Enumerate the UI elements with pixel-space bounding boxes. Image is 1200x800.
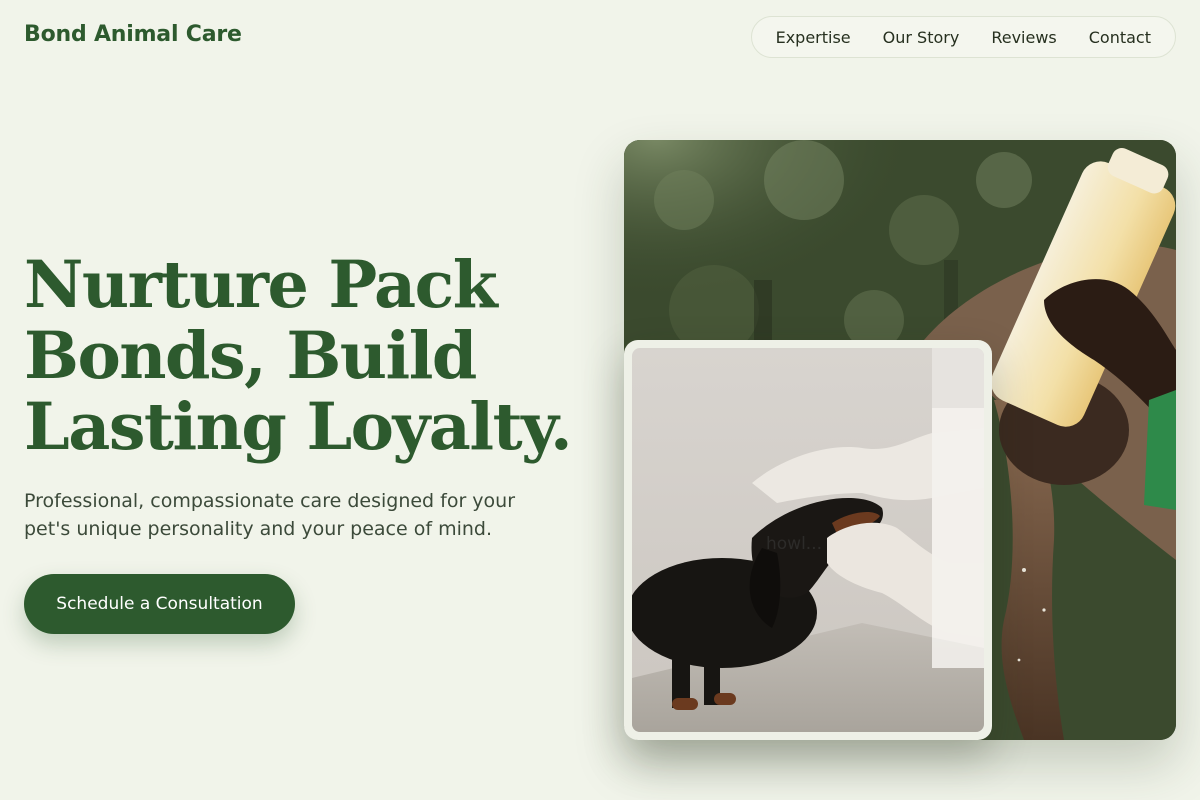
nav-link-expertise[interactable]: Expertise (776, 28, 851, 47)
hero-subtext: Professional, compassionate care designe… (24, 490, 516, 540)
photo-watermark: howl... (766, 534, 823, 554)
schedule-consultation-button[interactable]: Schedule a Consultation (24, 574, 295, 634)
brand-logo-text[interactable]: Bond Animal Care (24, 22, 242, 47)
hero-headline-line-1: Nurture Pack (24, 247, 498, 323)
hero-headline-line-3: Lasting Loyalty. (24, 389, 573, 465)
nav-link-contact[interactable]: Contact (1089, 28, 1151, 47)
vet-dog-photo-card: howl... (624, 340, 992, 740)
hero-headline: Nurture Pack Bonds, Build Lasting Loyalt… (24, 250, 604, 463)
nav-link-our-story[interactable]: Our Story (883, 28, 960, 47)
nav-link-reviews[interactable]: Reviews (991, 28, 1056, 47)
vet-dog-photo: howl... (632, 348, 984, 732)
main-nav: Expertise Our Story Reviews Contact (750, 16, 1176, 58)
hero-headline-line-2: Bonds, Build (24, 318, 477, 394)
